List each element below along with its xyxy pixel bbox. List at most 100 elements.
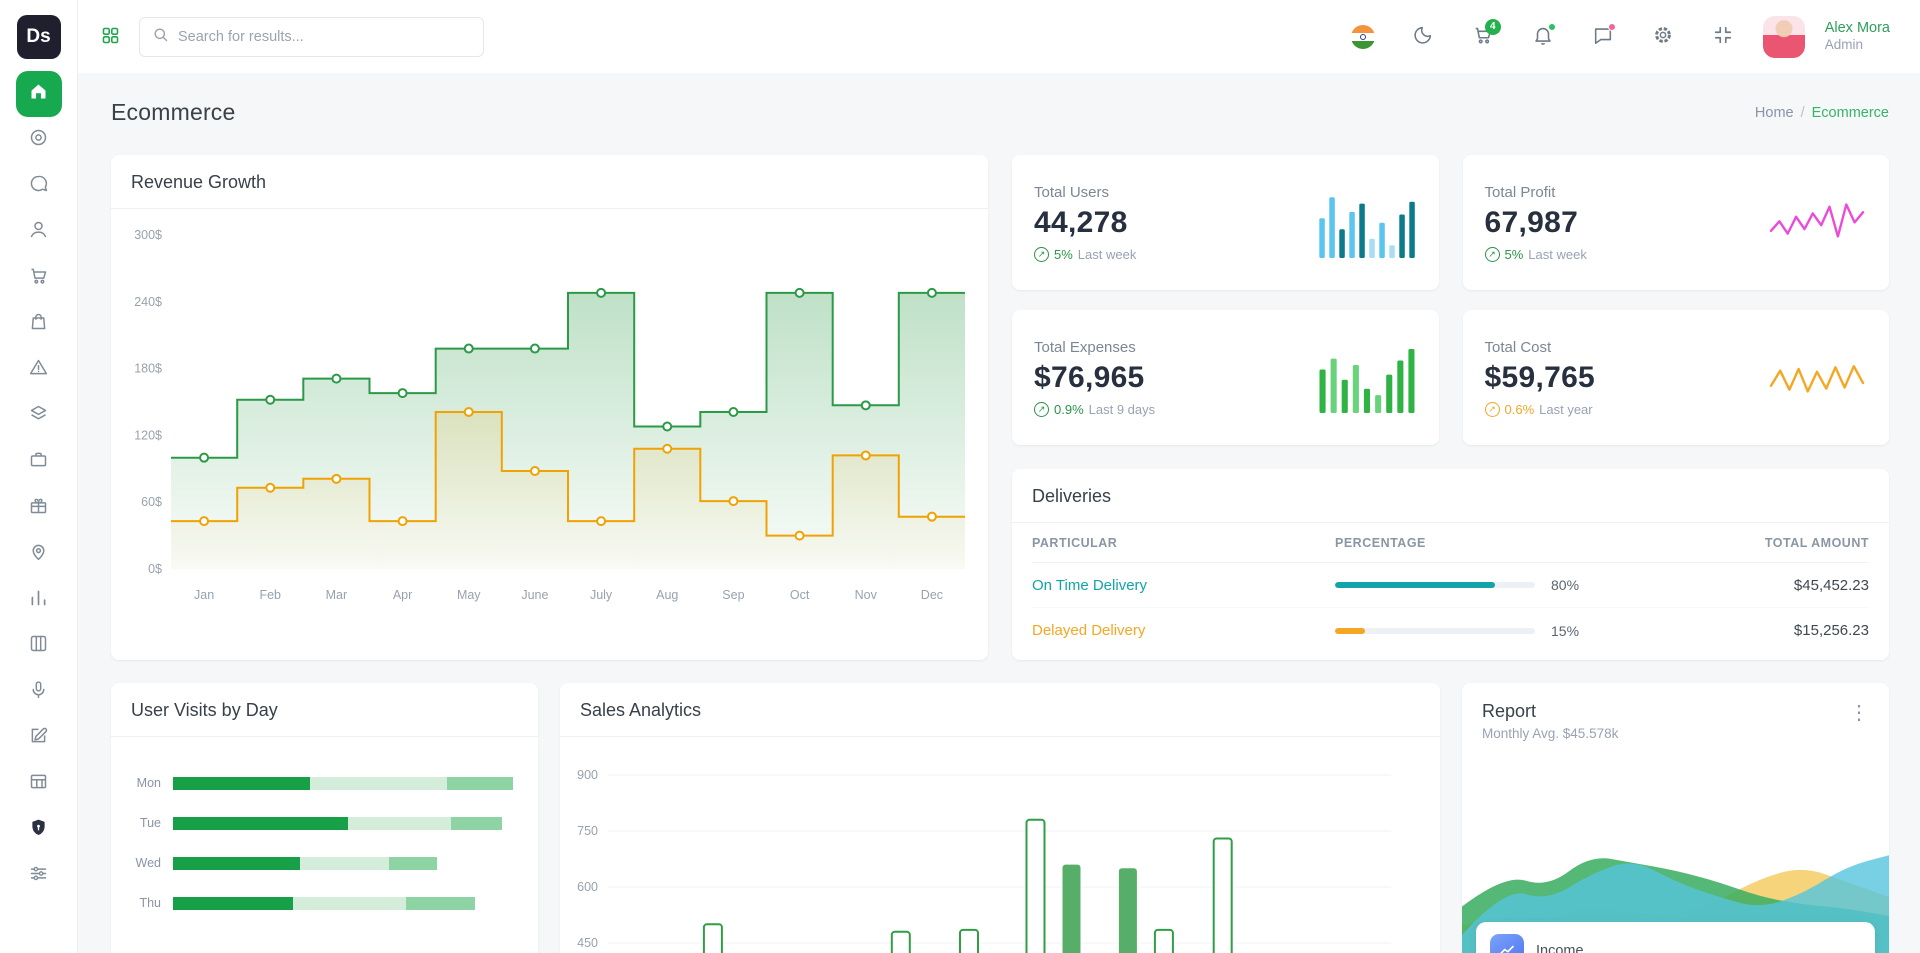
- sidebar-item-target[interactable]: [16, 117, 62, 163]
- stat-label: Total Cost: [1484, 338, 1552, 356]
- cart-button[interactable]: 4: [1463, 17, 1503, 57]
- visit-bar: [173, 896, 516, 910]
- stat-card-total-cost: Total Cost $59,765 ↗ 0.6% Last year: [1462, 310, 1889, 445]
- sidebar-nav: [0, 71, 77, 899]
- svg-text:Dec: Dec: [921, 588, 943, 602]
- svg-text:Mar: Mar: [326, 588, 348, 602]
- messages-button[interactable]: [1583, 17, 1623, 57]
- mic-icon: [28, 679, 49, 705]
- notification-dot: [1547, 22, 1556, 31]
- sales-analytics-card: Sales Analytics 9007506004503001500: [560, 683, 1440, 953]
- sidebar-item-edit[interactable]: [16, 715, 62, 761]
- visit-bar: [173, 856, 516, 870]
- deliveries-card: Deliveries PARTICULAR PERCENTAGE TOTAL A…: [1012, 469, 1889, 660]
- gear-icon: [1652, 24, 1674, 49]
- total-users-sparkline: [1318, 196, 1415, 258]
- total-profit-sparkline: [1769, 202, 1865, 238]
- fullscreen-toggle-button[interactable]: [1703, 17, 1743, 57]
- stat-delta-value: 5%: [1054, 246, 1073, 262]
- india-flag-icon: [1350, 24, 1375, 49]
- logo[interactable]: Ds: [16, 15, 61, 59]
- main-content: Ecommerce Home / Ecommerce Revenue Growth …: [78, 0, 1920, 953]
- sidebar-item-alerts[interactable]: [16, 347, 62, 393]
- sidebar-item-chat[interactable]: [16, 163, 62, 209]
- visit-day-label: Mon: [136, 776, 161, 790]
- column-particular: PARTICULAR: [1032, 535, 1118, 550]
- visit-row: Thu: [125, 883, 516, 923]
- layers-icon: [28, 403, 49, 429]
- deliveries-card-title: Deliveries: [1032, 486, 1112, 506]
- delivery-name: Delayed Delivery: [1032, 622, 1146, 639]
- visit-bar: [173, 776, 516, 790]
- sidebar-item-settings-sliders[interactable]: [16, 853, 62, 899]
- column-total-amount: TOTAL AMOUNT: [1764, 535, 1869, 550]
- sidebar-item-analytics[interactable]: [16, 577, 62, 623]
- user-menu[interactable]: Alex Mora Admin: [1825, 19, 1890, 54]
- table-icon: [28, 771, 49, 797]
- svg-text:60$: 60$: [141, 495, 162, 509]
- topbar: 4 Alex Mora Admin: [78, 0, 1920, 73]
- visit-bar: [173, 816, 516, 830]
- sidebar-item-cart[interactable]: [16, 255, 62, 301]
- sidebar-item-home[interactable]: [15, 71, 62, 117]
- income-legend-item: Income: [1476, 922, 1875, 953]
- trend-up-icon: ↗: [1484, 246, 1500, 262]
- progress-bar: [1335, 627, 1535, 634]
- svg-text:May: May: [457, 588, 481, 602]
- svg-text:0$: 0$: [148, 562, 162, 576]
- notifications-button[interactable]: [1523, 17, 1563, 57]
- sidebar-item-security[interactable]: [16, 807, 62, 853]
- svg-text:120$: 120$: [134, 428, 162, 442]
- language-flag-button[interactable]: [1343, 17, 1383, 57]
- report-card: Report Monthly Avg. $45.578k ⋮ Income: [1462, 683, 1889, 953]
- sidebar-item-mic[interactable]: [16, 669, 62, 715]
- total-expenses-sparkline: [1319, 348, 1414, 413]
- stat-label: Total Users: [1034, 183, 1110, 201]
- search-input[interactable]: [178, 28, 471, 45]
- gift-icon: [28, 495, 49, 521]
- visit-day-label: Wed: [135, 856, 161, 870]
- compress-icon: [1712, 24, 1734, 49]
- page-header: Ecommerce Home / Ecommerce: [111, 99, 1889, 126]
- avatar[interactable]: [1762, 15, 1805, 58]
- percent-label: 80%: [1551, 577, 1580, 593]
- user-icon: [28, 219, 49, 245]
- revenue-card-title: Revenue Growth: [131, 172, 267, 192]
- sidebar-item-layers[interactable]: [16, 393, 62, 439]
- svg-text:Aug: Aug: [656, 588, 678, 602]
- sidebar-item-user[interactable]: [16, 209, 62, 255]
- sidebar-item-briefcase[interactable]: [16, 439, 62, 485]
- sales-card-title: Sales Analytics: [580, 700, 702, 720]
- search-box: [139, 16, 484, 57]
- user-role: Admin: [1824, 37, 1863, 53]
- stat-delta-value: 0.6%: [1504, 401, 1535, 417]
- apps-grid-button[interactable]: [100, 25, 121, 49]
- sidebar-item-gift[interactable]: [16, 485, 62, 531]
- sliders-icon: [28, 863, 49, 889]
- alert-triangle-icon: [28, 357, 49, 383]
- svg-text:Jan: Jan: [194, 588, 214, 602]
- sidebar-item-bag[interactable]: [16, 301, 62, 347]
- stat-card-total-profit: Total Profit 67,987 ↗ 5% Last week: [1462, 155, 1889, 290]
- columns-icon: [28, 633, 49, 659]
- stat-value: 44,278: [1034, 205, 1128, 239]
- sidebar-item-kanban[interactable]: [16, 623, 62, 669]
- deliveries-table: PARTICULAR PERCENTAGE TOTAL AMOUNT On Ti…: [1012, 523, 1889, 660]
- home-icon: [28, 81, 49, 107]
- sidebar-item-table[interactable]: [16, 761, 62, 807]
- logo-text: Ds: [26, 26, 51, 47]
- svg-text:180$: 180$: [134, 362, 162, 376]
- dark-mode-button[interactable]: [1403, 17, 1443, 57]
- kebab-menu-icon[interactable]: ⋮: [1849, 701, 1869, 725]
- breadcrumb-home[interactable]: Home: [1755, 105, 1794, 121]
- page-title: Ecommerce: [111, 99, 236, 125]
- delivery-name: On Time Delivery: [1032, 576, 1148, 594]
- visit-row: Tue: [125, 803, 516, 843]
- settings-button[interactable]: [1643, 17, 1683, 57]
- breadcrumb-separator: /: [1800, 104, 1805, 121]
- column-percentage: PERCENTAGE: [1335, 535, 1426, 550]
- svg-text:750: 750: [577, 824, 598, 838]
- total-cost-sparkline: [1769, 364, 1865, 393]
- trend-up-icon: ↗: [1034, 246, 1049, 262]
- sidebar-item-location[interactable]: [16, 531, 62, 577]
